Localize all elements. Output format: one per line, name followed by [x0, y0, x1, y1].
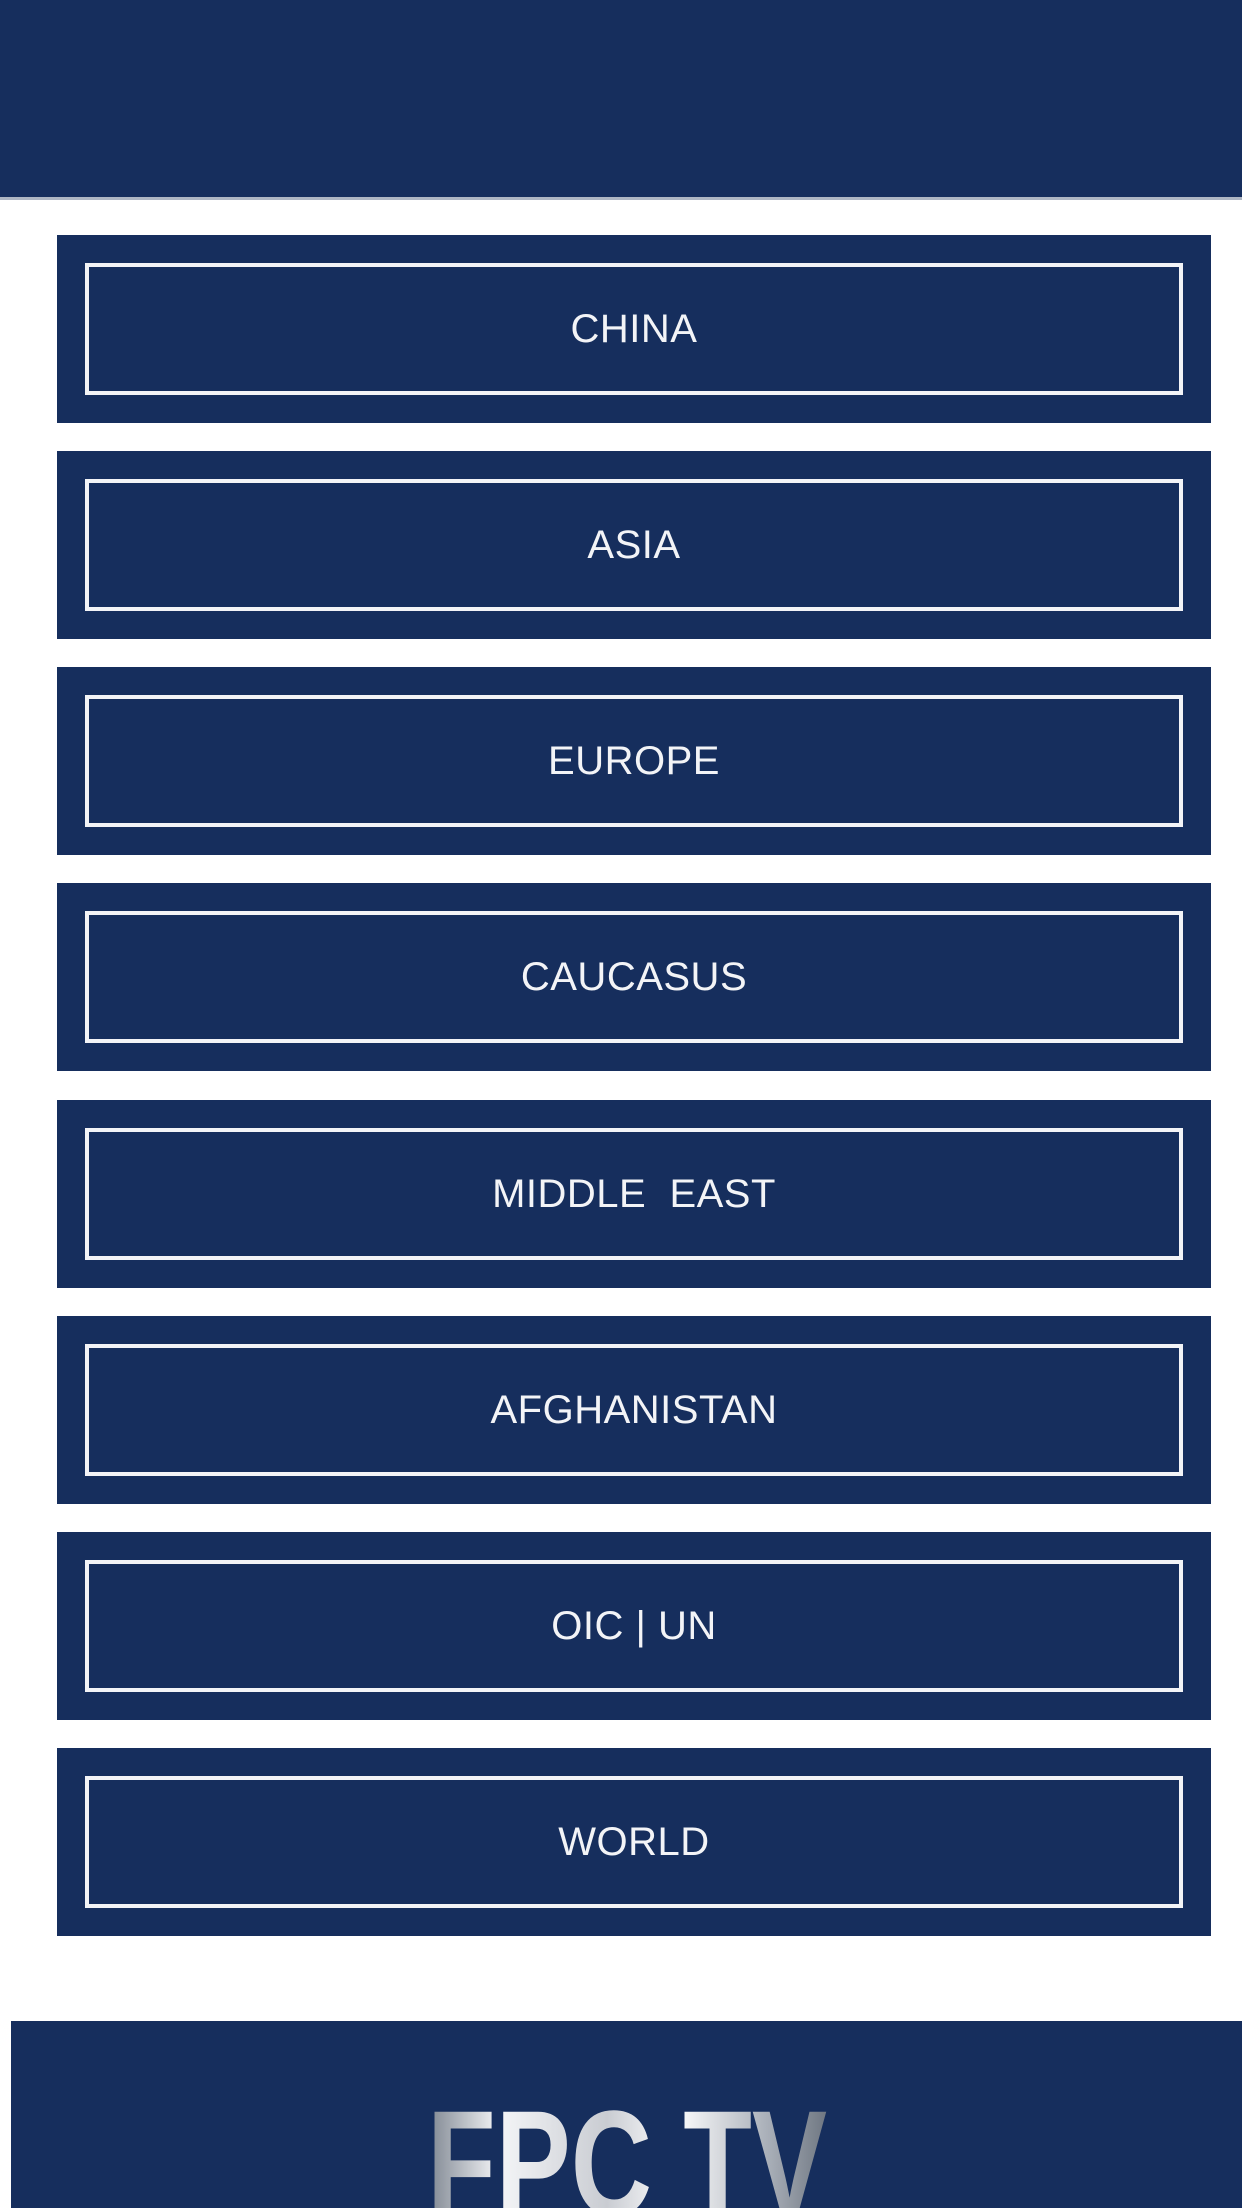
menu-item-frame: MIDDLE EAST [85, 1128, 1183, 1260]
menu-item-frame: EUROPE [85, 695, 1183, 827]
menu-item-label: OIC | UN [551, 1603, 717, 1648]
app-screen: CHINA ASIA EUROPE CAUCASUS MIDDLE EAST A… [0, 0, 1242, 2208]
menu-item-asia[interactable]: ASIA [57, 451, 1211, 639]
brand-logo[interactable]: FPC TV [11, 2065, 1242, 2208]
menu-item-caucasus[interactable]: CAUCASUS [57, 883, 1211, 1071]
top-app-bar [0, 0, 1242, 200]
menu-item-middle-east[interactable]: MIDDLE EAST [57, 1100, 1211, 1288]
menu-item-frame: OIC | UN [85, 1560, 1183, 1692]
menu-item-frame: WORLD [85, 1776, 1183, 1908]
menu-item-oic-un[interactable]: OIC | UN [57, 1532, 1211, 1720]
menu-item-label: EUROPE [548, 738, 720, 783]
footer-banner: FPC TV [11, 2021, 1242, 2208]
menu-item-europe[interactable]: EUROPE [57, 667, 1211, 855]
menu-item-label: CHINA [570, 306, 698, 351]
menu-item-frame: ASIA [85, 479, 1183, 611]
menu-item-label: AFGHANISTAN [490, 1387, 778, 1432]
menu-item-label: CAUCASUS [520, 954, 748, 999]
menu-item-frame: AFGHANISTAN [85, 1344, 1183, 1476]
menu-item-world[interactable]: WORLD [57, 1748, 1211, 1936]
menu-item-frame: CHINA [85, 263, 1183, 395]
brand-logo-mark: FPC TV [427, 2079, 827, 2208]
menu-item-label: WORLD [558, 1819, 710, 1864]
menu-item-frame: CAUCASUS [85, 911, 1183, 1043]
menu-item-china[interactable]: CHINA [57, 235, 1211, 423]
menu-item-label: MIDDLE EAST [492, 1171, 776, 1216]
brand-logo-text: FPC TV [427, 2079, 827, 2208]
menu-item-label: ASIA [587, 522, 681, 567]
menu-item-afghanistan[interactable]: AFGHANISTAN [57, 1316, 1211, 1504]
